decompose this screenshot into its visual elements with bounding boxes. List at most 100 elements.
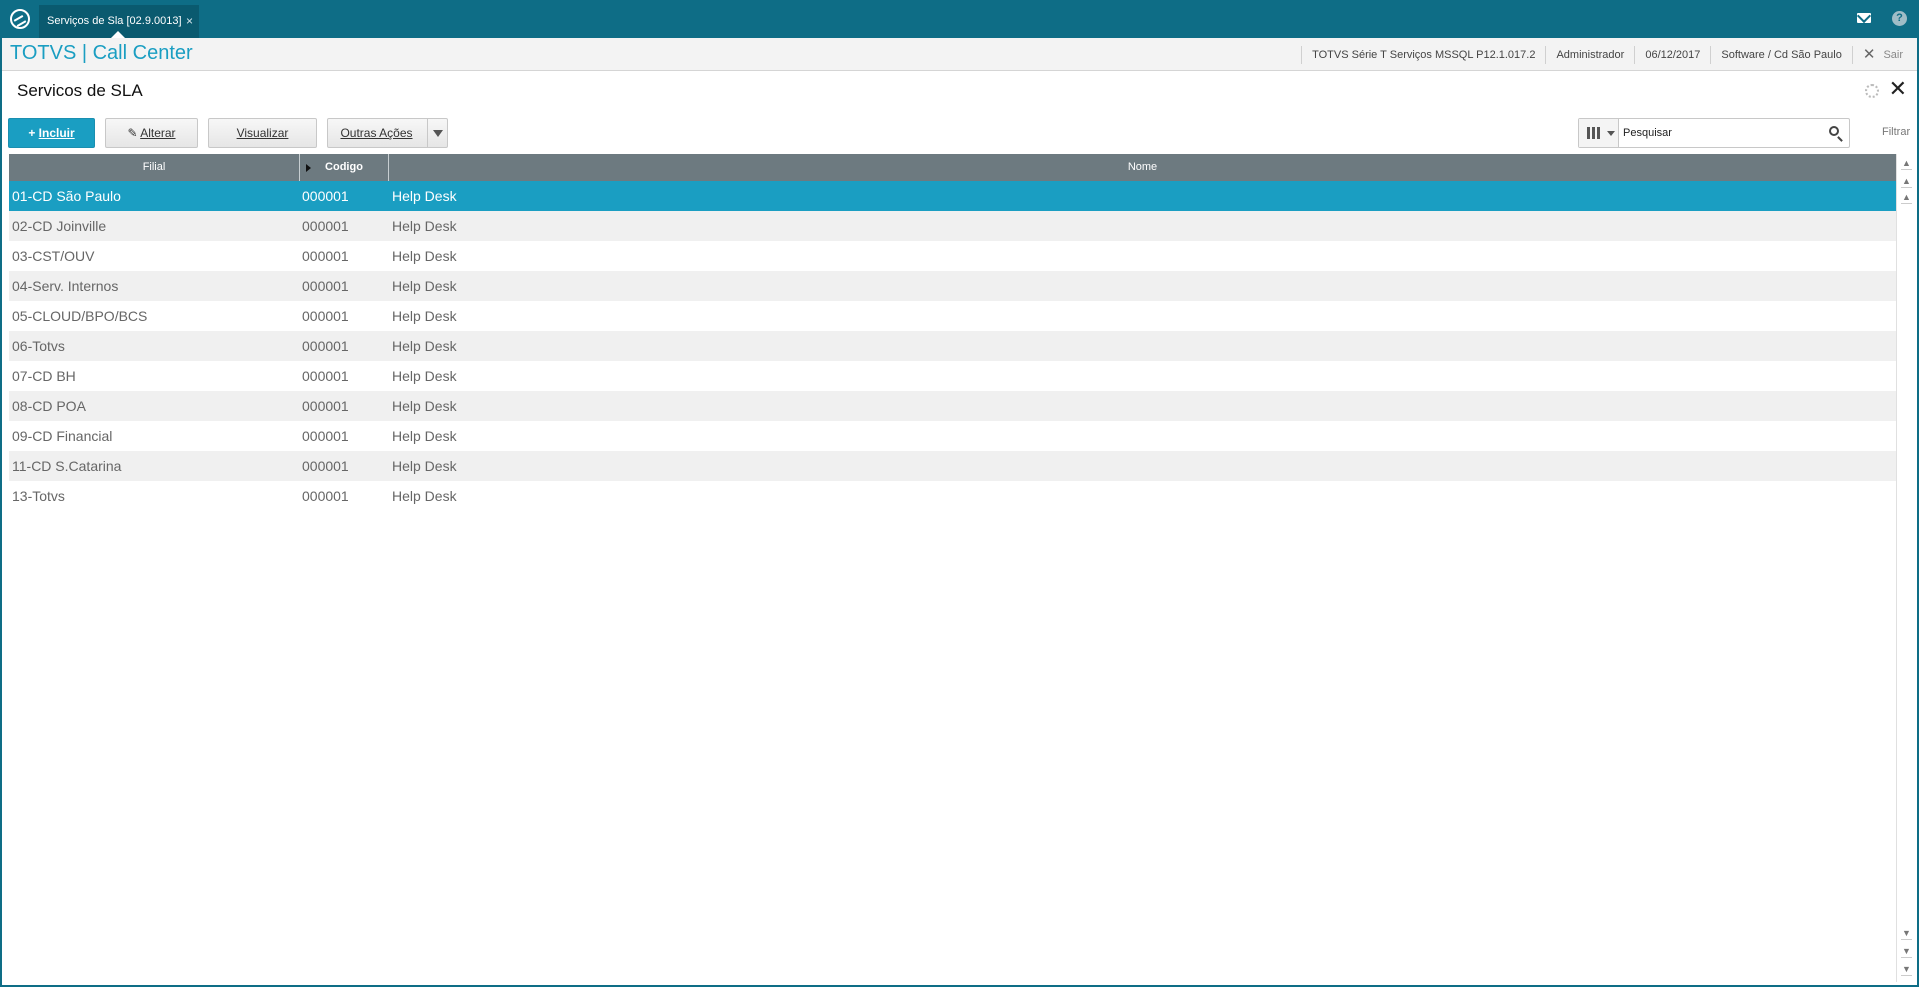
- scroll-page-down-icon[interactable]: ▼: [1901, 944, 1912, 958]
- alterar-label: Alterar: [140, 126, 176, 140]
- totvs-logo-icon[interactable]: [10, 9, 30, 29]
- grid-body: 01-CD São Paulo 000001 Help Desk 02-CD Join…: [9, 181, 1896, 511]
- outras-acoes-button[interactable]: Outras Ações: [327, 118, 448, 148]
- gear-icon[interactable]: [1865, 84, 1879, 98]
- search-box: [1578, 118, 1850, 148]
- tab-active-indicator: [111, 31, 125, 38]
- column-header-nome[interactable]: Nome: [389, 154, 1896, 181]
- cell-nome: Help Desk: [392, 188, 457, 204]
- page-title: Servicos de SLA: [17, 81, 143, 100]
- cell-filial: 03-CST/OUV: [12, 248, 95, 264]
- column-header-label: Nome: [1127, 161, 1158, 173]
- chevron-down-icon[interactable]: [427, 119, 447, 147]
- search-input[interactable]: [1623, 123, 1823, 143]
- scroll-top-icon[interactable]: ▲: [1901, 156, 1912, 170]
- cell-filial: 06-Totvs: [12, 338, 65, 354]
- cell-nome: Help Desk: [392, 488, 457, 504]
- branch-info: Software / Cd São Paulo: [1710, 45, 1851, 64]
- cell-codigo: 000001: [302, 188, 349, 204]
- data-grid: Filial Codigo Nome 01-CD São Paulo 000001…: [9, 154, 1896, 511]
- user-info: Administrador: [1545, 45, 1634, 64]
- date-info: 06/12/2017: [1634, 45, 1710, 64]
- outras-acoes-label: Outras Ações: [340, 126, 413, 140]
- cell-codigo: 000001: [302, 278, 349, 294]
- tab-label: Serviços de Sla [02.9.0013]: [47, 15, 182, 27]
- table-row[interactable]: 02-CD Joinville 000001 Help Desk: [9, 211, 1896, 241]
- header-info: TOTVS Série T Serviços MSSQL P12.1.017.2…: [1301, 38, 1917, 71]
- mail-icon[interactable]: [1857, 13, 1871, 23]
- columns-selector[interactable]: [1579, 119, 1619, 147]
- cell-nome: Help Desk: [392, 248, 457, 264]
- cell-nome: Help Desk: [392, 278, 457, 294]
- app-title: TOTVS | Call Center: [10, 42, 193, 64]
- cell-filial: 05-CLOUD/BPO/BCS: [12, 308, 148, 324]
- columns-icon: [1587, 127, 1600, 139]
- table-row[interactable]: 05-CLOUD/BPO/BCS 000001 Help Desk: [9, 301, 1896, 331]
- alterar-button[interactable]: ✎ Alterar: [105, 118, 198, 148]
- top-bar: Serviços de Sla [02.9.0013] × ?: [2, 0, 1917, 38]
- scroll-up-icon[interactable]: ▲: [1901, 190, 1912, 204]
- cell-nome: Help Desk: [392, 368, 457, 384]
- table-row[interactable]: 07-CD BH 000001 Help Desk: [9, 361, 1896, 391]
- app-window: Serviços de Sla [02.9.0013] × ? TOTVS | …: [0, 0, 1919, 987]
- cell-codigo: 000001: [302, 308, 349, 324]
- incluir-label: Incluir: [38, 126, 75, 140]
- cell-nome: Help Desk: [392, 338, 457, 354]
- close-icon[interactable]: ✕: [1889, 78, 1907, 100]
- table-row[interactable]: 13-Totvs 000001 Help Desk: [9, 481, 1896, 511]
- scroll-bottom-icon[interactable]: ▼: [1901, 962, 1912, 976]
- cell-codigo: 000001: [302, 368, 349, 384]
- cell-filial: 04-Serv. Internos: [12, 278, 119, 294]
- cell-codigo: 000001: [302, 428, 349, 444]
- cell-codigo: 000001: [302, 338, 349, 354]
- cell-codigo: 000001: [302, 248, 349, 264]
- scroll-down-icon[interactable]: ▼: [1901, 926, 1912, 940]
- app-header: TOTVS | Call Center TOTVS Série T Serviç…: [2, 38, 1917, 71]
- column-header-label: Codigo: [325, 161, 363, 173]
- cell-nome: Help Desk: [392, 428, 457, 444]
- sort-arrow-icon: [306, 164, 311, 172]
- tab-close-icon[interactable]: ×: [186, 5, 193, 38]
- cell-codigo: 000001: [302, 398, 349, 414]
- cell-filial: 13-Totvs: [12, 488, 65, 504]
- scroll-page-up-icon[interactable]: ▲: [1901, 174, 1912, 188]
- cell-filial: 11-CD S.Catarina: [12, 458, 122, 474]
- chevron-down-icon: [1607, 131, 1615, 136]
- incluir-button[interactable]: + Incluir: [8, 118, 95, 148]
- pencil-icon: ✎: [127, 126, 138, 140]
- cell-nome: Help Desk: [392, 398, 457, 414]
- column-header-codigo[interactable]: Codigo: [300, 154, 389, 181]
- table-row[interactable]: 04-Serv. Internos 000001 Help Desk: [9, 271, 1896, 301]
- table-row[interactable]: 08-CD POA 000001 Help Desk: [9, 391, 1896, 421]
- cell-codigo: 000001: [302, 458, 349, 474]
- cell-codigo: 000001: [302, 488, 349, 504]
- plus-icon: +: [28, 126, 36, 140]
- column-header-label: Filial: [142, 161, 166, 173]
- cell-filial: 09-CD Financial: [12, 428, 113, 444]
- table-row[interactable]: 01-CD São Paulo 000001 Help Desk: [9, 181, 1896, 211]
- vertical-scrollbar[interactable]: ▲ ▲ ▲ ▼ ▼ ▼: [1896, 154, 1915, 982]
- cell-nome: Help Desk: [392, 218, 457, 234]
- logout-label: Sair: [1883, 48, 1903, 61]
- environment-info: TOTVS Série T Serviços MSSQL P12.1.017.2: [1301, 45, 1545, 64]
- cell-filial: 07-CD BH: [12, 368, 76, 384]
- cell-codigo: 000001: [302, 218, 349, 234]
- table-row[interactable]: 09-CD Financial 000001 Help Desk: [9, 421, 1896, 451]
- cell-nome: Help Desk: [392, 458, 457, 474]
- tab-servicos-sla[interactable]: Serviços de Sla [02.9.0013] ×: [39, 5, 199, 38]
- help-icon[interactable]: ?: [1892, 11, 1907, 26]
- grid-header: Filial Codigo Nome: [9, 154, 1896, 181]
- table-row[interactable]: 03-CST/OUV 000001 Help Desk: [9, 241, 1896, 271]
- logout-button[interactable]: ✕ Sair: [1851, 45, 1917, 64]
- cell-filial: 01-CD São Paulo: [12, 188, 121, 204]
- search-icon[interactable]: [1829, 126, 1839, 136]
- close-x-icon: ✕: [1862, 45, 1876, 63]
- column-header-filial[interactable]: Filial: [9, 154, 300, 181]
- cell-filial: 02-CD Joinville: [12, 218, 107, 234]
- filter-link[interactable]: Filtrar: [1882, 126, 1910, 138]
- visualizar-label: Visualizar: [236, 126, 289, 140]
- table-row[interactable]: 11-CD S.Catarina 000001 Help Desk: [9, 451, 1896, 481]
- cell-filial: 08-CD POA: [12, 398, 86, 414]
- visualizar-button[interactable]: Visualizar: [208, 118, 317, 148]
- table-row[interactable]: 06-Totvs 000001 Help Desk: [9, 331, 1896, 361]
